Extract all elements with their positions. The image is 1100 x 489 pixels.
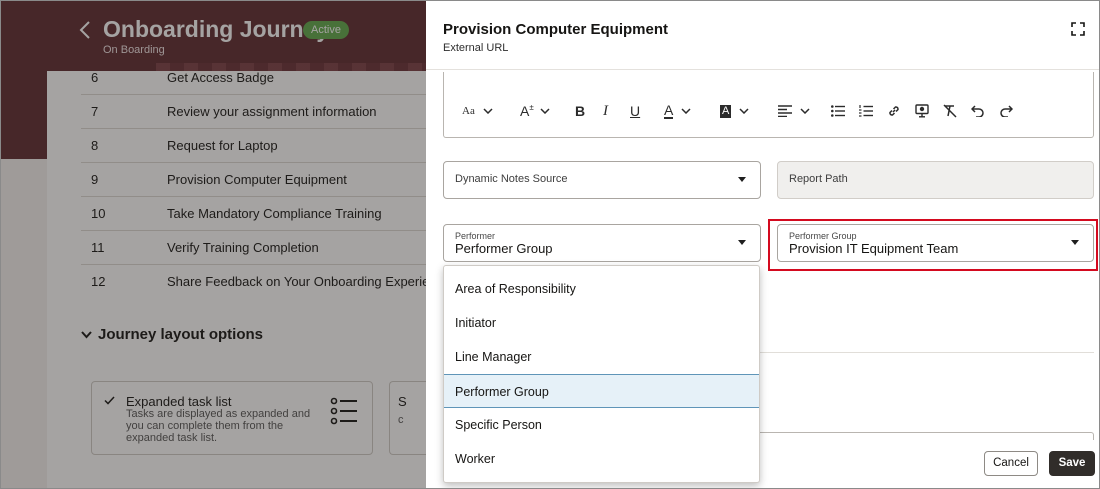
font-color-button[interactable]: A [664,101,691,121]
performer-option[interactable]: Area of Responsibility [444,272,759,306]
chevron-down-icon [800,108,810,114]
font-icon: Aa [462,105,475,117]
italic-icon: I [603,103,608,119]
dynamic-notes-source-select[interactable]: Dynamic Notes Source [443,161,761,199]
drawer-title: Provision Computer Equipment [443,21,669,38]
undo-button[interactable] [971,101,985,121]
insert-media-button[interactable] [915,101,929,121]
redo-icon [1000,105,1013,117]
cancel-button[interactable]: Cancel [984,451,1038,476]
bullet-list-icon [831,105,845,117]
clear-format-icon [943,104,957,118]
report-path-placeholder: Report Path [789,173,848,185]
expand-icon[interactable] [1071,22,1087,38]
text-size-icon: A [520,103,530,119]
link-icon [889,106,899,116]
bold-icon: B [575,103,586,119]
font-family-button[interactable]: Aa [462,101,493,121]
numbered-list-button[interactable] [859,101,873,121]
chevron-down-icon [540,108,550,114]
performer-option[interactable]: Worker [444,442,759,476]
performer-dropdown: Area of Responsibility Initiator Line Ma… [443,265,760,483]
undo-icon [971,105,984,117]
dynamic-notes-source-placeholder: Dynamic Notes Source [455,173,568,185]
superscript-marker: ± [529,102,534,112]
highlight-icon: A [720,104,732,118]
align-button[interactable] [778,101,810,121]
screen: Onboarding Journey Active On Boarding 6 … [0,0,1100,489]
performer-select[interactable]: Performer Performer Group [443,224,761,262]
link-button[interactable] [887,101,901,121]
performer-label: Performer [455,231,496,241]
annotation-highlight-box [768,219,1098,271]
next-field-partial[interactable] [756,432,1094,440]
rich-text-editor[interactable]: Aa A ± B I U A A [443,72,1094,138]
drawer-subtitle: External URL [443,42,509,54]
chevron-down-icon [483,108,493,114]
performer-option-selected[interactable]: Performer Group [444,374,759,408]
save-button[interactable]: Save [1049,451,1095,476]
italic-button[interactable]: I [603,101,608,121]
clear-format-button[interactable] [943,101,957,121]
bullet-list-button[interactable] [831,101,845,121]
numbered-list-icon [859,105,873,117]
chevron-down-icon [739,108,749,114]
font-size-button[interactable]: A ± [520,101,550,121]
performer-option[interactable]: Line Manager [444,340,759,374]
monitor-icon [915,104,929,118]
caret-down-icon [738,177,746,182]
chevron-down-icon [681,108,691,114]
highlight-color-button[interactable]: A [720,101,749,121]
caret-down-icon [738,240,746,245]
underline-icon: U [630,103,641,119]
align-left-icon [778,105,792,117]
redo-button[interactable] [999,101,1013,121]
bold-button[interactable]: B [575,101,585,121]
underline-button[interactable]: U [630,101,640,121]
font-color-icon: A [664,101,674,119]
performer-option[interactable]: Initiator [444,306,759,340]
report-path-field[interactable]: Report Path [777,161,1094,199]
section-divider [756,352,1094,353]
performer-option[interactable]: Specific Person [444,408,759,442]
performer-value: Performer Group [455,241,553,256]
modal-scrim[interactable] [1,1,426,488]
